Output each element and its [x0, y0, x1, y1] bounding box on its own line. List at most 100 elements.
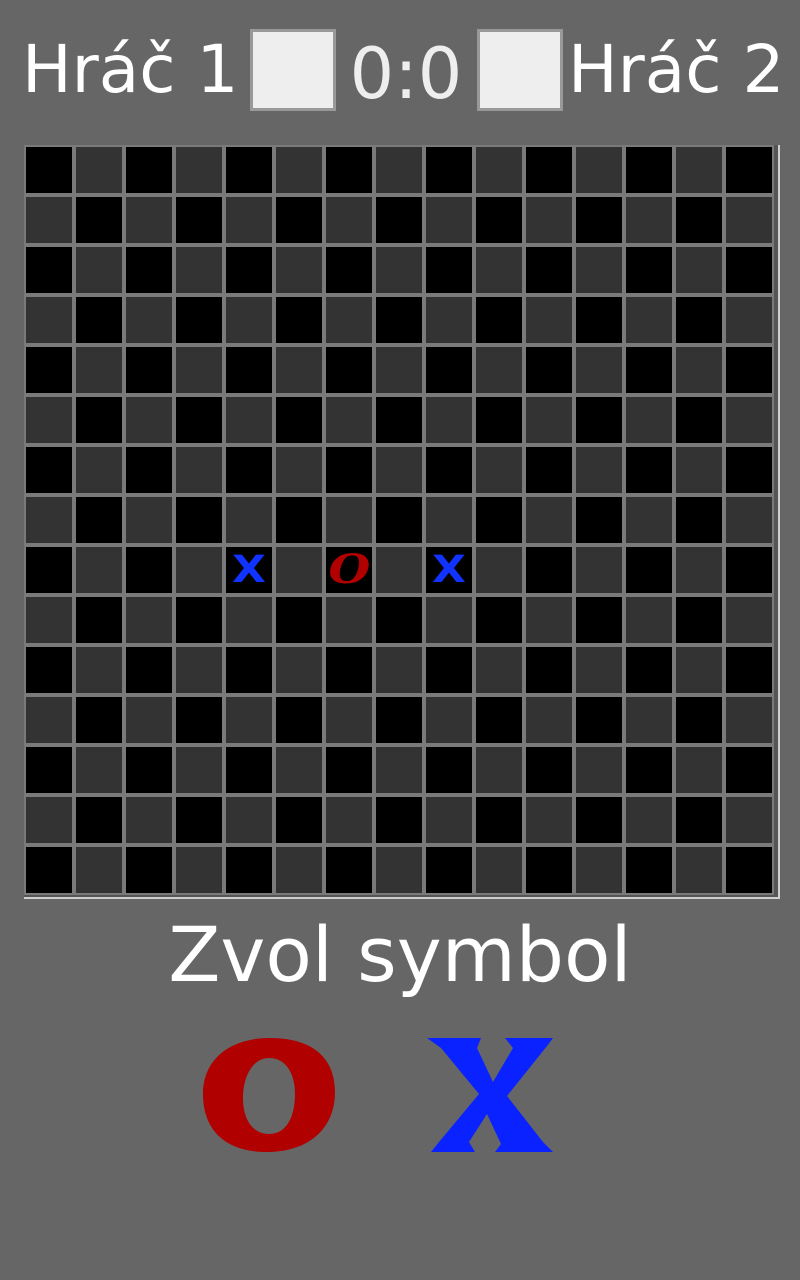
- board-cell[interactable]: [574, 395, 624, 445]
- board-cell[interactable]: [74, 545, 124, 595]
- board-cell[interactable]: [724, 245, 774, 295]
- board-cell[interactable]: [424, 145, 474, 195]
- board-cell[interactable]: [624, 745, 674, 795]
- board-cell[interactable]: [324, 595, 374, 645]
- board-cell[interactable]: [524, 745, 574, 795]
- board-cell[interactable]: [524, 395, 574, 445]
- board-cell[interactable]: [574, 595, 624, 645]
- board-cell[interactable]: [274, 145, 324, 195]
- board-cell[interactable]: [674, 145, 724, 195]
- board-cell[interactable]: [224, 695, 274, 745]
- board-cell[interactable]: [424, 195, 474, 245]
- board-cell[interactable]: [374, 495, 424, 545]
- board-cell[interactable]: [224, 645, 274, 695]
- board-cell[interactable]: [224, 495, 274, 545]
- board-cell[interactable]: [574, 845, 624, 895]
- board-cell[interactable]: [24, 745, 74, 795]
- board-cell[interactable]: [724, 545, 774, 595]
- board-cell[interactable]: [174, 745, 224, 795]
- board-cell[interactable]: [74, 395, 124, 445]
- board-cell[interactable]: [174, 245, 224, 295]
- board-cell[interactable]: [374, 195, 424, 245]
- board-cell[interactable]: [174, 545, 224, 595]
- board-cell[interactable]: [274, 495, 324, 545]
- board-cell[interactable]: [124, 845, 174, 895]
- board-cell[interactable]: [224, 845, 274, 895]
- board-cell[interactable]: [624, 695, 674, 745]
- board-cell[interactable]: [124, 245, 174, 295]
- board-cell[interactable]: [324, 695, 374, 745]
- board-cell[interactable]: [324, 495, 374, 545]
- board-cell[interactable]: [624, 345, 674, 395]
- board-cell[interactable]: X: [424, 545, 474, 595]
- board-cell[interactable]: [174, 495, 224, 545]
- board-cell[interactable]: [24, 845, 74, 895]
- board-cell[interactable]: [374, 245, 424, 295]
- board-cell[interactable]: [524, 695, 574, 745]
- board-cell[interactable]: [324, 345, 374, 395]
- board-cell[interactable]: [424, 645, 474, 695]
- board-cell[interactable]: [174, 395, 224, 445]
- board-cell[interactable]: [524, 795, 574, 845]
- board-cell[interactable]: [474, 495, 524, 545]
- board-cell[interactable]: [324, 745, 374, 795]
- board-cell[interactable]: [274, 395, 324, 445]
- board-cell[interactable]: [124, 295, 174, 345]
- board-cell[interactable]: [74, 645, 124, 695]
- board-cell[interactable]: [474, 795, 524, 845]
- board-cell[interactable]: [474, 245, 524, 295]
- board-cell[interactable]: [324, 645, 374, 695]
- board-cell[interactable]: [74, 295, 124, 345]
- board-cell[interactable]: [524, 245, 574, 295]
- board-cell[interactable]: [624, 395, 674, 445]
- board-cell[interactable]: [474, 845, 524, 895]
- board-cell[interactable]: [324, 195, 374, 245]
- board-cell[interactable]: [74, 145, 124, 195]
- board-cell[interactable]: [724, 695, 774, 745]
- board-cell[interactable]: [424, 745, 474, 795]
- board-cell[interactable]: [574, 195, 624, 245]
- board-cell[interactable]: [624, 645, 674, 695]
- board-cell[interactable]: [224, 345, 274, 395]
- board-cell[interactable]: [724, 145, 774, 195]
- board-cell[interactable]: [174, 195, 224, 245]
- board-cell[interactable]: [674, 795, 724, 845]
- board-cell[interactable]: [424, 295, 474, 345]
- board-cell[interactable]: [274, 345, 324, 395]
- board-cell[interactable]: [274, 745, 324, 795]
- board-cell[interactable]: [624, 495, 674, 545]
- board-cell[interactable]: [574, 645, 624, 695]
- board-cell[interactable]: [24, 395, 74, 445]
- board-cell[interactable]: O: [324, 545, 374, 595]
- board-cell[interactable]: [574, 345, 624, 395]
- board-cell[interactable]: [474, 695, 524, 745]
- board-cell[interactable]: [174, 345, 224, 395]
- board-cell[interactable]: [24, 195, 74, 245]
- board-cell[interactable]: [524, 645, 574, 695]
- board-cell[interactable]: [324, 145, 374, 195]
- board-cell[interactable]: [624, 795, 674, 845]
- board-cell[interactable]: [624, 845, 674, 895]
- board-cell[interactable]: [624, 245, 674, 295]
- board-cell[interactable]: [674, 395, 724, 445]
- board-cell[interactable]: [724, 845, 774, 895]
- board-cell[interactable]: [374, 745, 424, 795]
- board-cell[interactable]: [374, 445, 424, 495]
- board-cell[interactable]: [524, 545, 574, 595]
- board-cell[interactable]: [124, 645, 174, 695]
- board-cell[interactable]: [274, 695, 324, 745]
- board-cell[interactable]: [674, 695, 724, 745]
- board-cell[interactable]: [124, 595, 174, 645]
- board-cell[interactable]: [224, 445, 274, 495]
- board-cell[interactable]: [574, 295, 624, 345]
- board-cell[interactable]: [724, 195, 774, 245]
- board-cell[interactable]: [474, 595, 524, 645]
- board-cell[interactable]: [724, 445, 774, 495]
- board-cell[interactable]: [124, 395, 174, 445]
- board-cell[interactable]: [724, 645, 774, 695]
- board-cell[interactable]: [524, 195, 574, 245]
- board-cell[interactable]: [674, 745, 724, 795]
- board-cell[interactable]: [574, 245, 624, 295]
- board-cell[interactable]: X: [224, 545, 274, 595]
- board-cell[interactable]: [674, 345, 724, 395]
